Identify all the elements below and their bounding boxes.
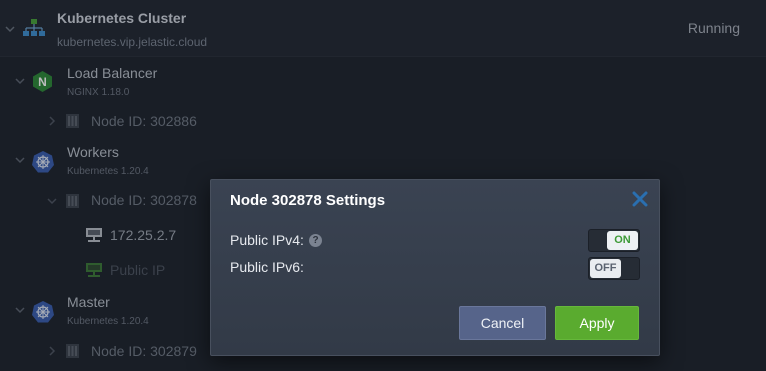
node-settings-dialog: Node 302878 Settings Public IPv4: ? ON P… <box>210 179 660 356</box>
public-ipv4-label: Public IPv4: <box>230 232 304 248</box>
public-ipv6-label: Public IPv6: <box>230 259 304 275</box>
apply-button[interactable]: Apply <box>555 306 639 340</box>
toggle-state: OFF <box>590 259 621 278</box>
close-icon[interactable] <box>631 190 649 208</box>
toggle-state: ON <box>607 231 638 250</box>
cancel-button[interactable]: Cancel <box>459 306 546 340</box>
public-ipv4-toggle[interactable]: ON <box>588 229 640 252</box>
help-icon[interactable]: ? <box>309 234 322 247</box>
dialog-title: Node 302878 Settings <box>230 192 386 209</box>
environment-panel: Kubernetes Cluster kubernetes.vip.jelast… <box>0 0 766 371</box>
public-ipv6-toggle[interactable]: OFF <box>588 257 640 280</box>
